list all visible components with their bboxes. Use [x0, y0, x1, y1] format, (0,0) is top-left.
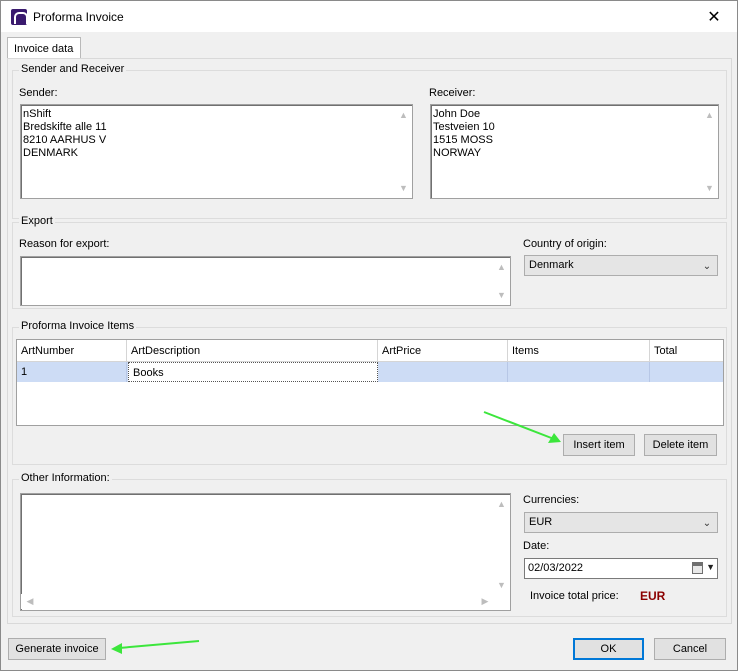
generate-invoice-button[interactable]: Generate invoice [8, 638, 106, 660]
column-header-artprice[interactable]: ArtPrice [378, 340, 508, 362]
cell-artprice[interactable] [378, 362, 508, 382]
scroll-right-icon[interactable]: ▶ [478, 594, 492, 609]
cell-total[interactable] [650, 362, 723, 382]
scroll-down-icon[interactable]: ▼ [494, 288, 509, 302]
currencies-label: Currencies: [523, 494, 580, 506]
close-button[interactable]: ✕ [691, 1, 737, 32]
receiver-label: Receiver: [429, 87, 476, 99]
scroll-down-icon[interactable]: ▼ [702, 181, 717, 195]
column-header-items[interactable]: Items [508, 340, 650, 362]
sender-scrollbar[interactable]: ▲ ▼ [396, 106, 411, 197]
cell-artdescription[interactable]: Books [128, 362, 378, 382]
cell-items[interactable] [508, 362, 650, 382]
tab-invoice-data[interactable]: Invoice data [7, 37, 81, 59]
close-icon: ✕ [707, 8, 721, 26]
date-picker[interactable]: 02/03/2022 ▼ [524, 558, 718, 579]
column-header-artnumber[interactable]: ArtNumber [17, 340, 127, 362]
scroll-up-icon[interactable]: ▲ [396, 108, 411, 122]
country-of-origin-label: Country of origin: [523, 238, 607, 250]
scroll-up-icon[interactable]: ▲ [494, 260, 509, 274]
scroll-up-icon[interactable]: ▲ [702, 108, 717, 122]
invoice-total-price-value: EUR [640, 589, 666, 603]
calendar-icon[interactable] [692, 562, 703, 574]
invoice-total-price-label: Invoice total price: [530, 590, 619, 602]
other-information-group: Other Information: ▲ ▼ ◀ ▶ Currencies: E… [12, 472, 727, 617]
country-of-origin-select[interactable]: Denmark ⌄ [524, 255, 718, 276]
invoice-items-group: Proforma Invoice Items ArtNumber ArtDesc… [12, 320, 727, 465]
table-row[interactable]: 1 Books [17, 362, 723, 382]
scroll-down-icon[interactable]: ▼ [396, 181, 411, 195]
scroll-up-icon[interactable]: ▲ [494, 497, 509, 511]
reason-for-export-textarea[interactable] [20, 256, 511, 306]
export-legend: Export [19, 215, 55, 227]
other-information-legend: Other Information: [19, 472, 112, 484]
other-information-vscrollbar[interactable]: ▲ ▼ [494, 495, 509, 594]
cell-artnumber[interactable]: 1 [17, 362, 127, 382]
grid-header: ArtNumber ArtDescription ArtPrice Items … [17, 340, 723, 362]
tab-panel: Sender and Receiver Sender: nShift Breds… [7, 58, 732, 624]
delete-item-button[interactable]: Delete item [644, 434, 717, 456]
date-label: Date: [523, 540, 550, 552]
cancel-button[interactable]: Cancel [654, 638, 726, 660]
reason-scrollbar[interactable]: ▲ ▼ [494, 258, 509, 304]
ok-button[interactable]: OK [573, 638, 644, 660]
receiver-scrollbar[interactable]: ▲ ▼ [702, 106, 717, 197]
generate-invoice-annotation-arrow [118, 640, 200, 649]
window-title: Proforma Invoice [33, 10, 124, 24]
date-value: 02/03/2022 [528, 562, 584, 574]
sender-receiver-group: Sender and Receiver Sender: nShift Breds… [12, 63, 727, 219]
sender-label: Sender: [19, 87, 58, 99]
column-header-artdescription[interactable]: ArtDescription [127, 340, 378, 362]
reason-for-export-label: Reason for export: [19, 238, 110, 250]
nshift-logo-icon [11, 9, 28, 25]
column-header-total[interactable]: Total [650, 340, 723, 362]
insert-item-button[interactable]: Insert item [563, 434, 635, 456]
invoice-items-legend: Proforma Invoice Items [19, 320, 137, 332]
invoice-items-grid[interactable]: ArtNumber ArtDescription ArtPrice Items … [16, 339, 724, 426]
scroll-left-icon[interactable]: ◀ [23, 594, 37, 609]
sender-textarea[interactable]: nShift Bredskifte alle 11 8210 AARHUS V … [20, 104, 413, 199]
chevron-down-icon[interactable]: ▼ [706, 562, 715, 572]
currency-value: EUR [529, 516, 553, 528]
proforma-invoice-dialog: Proforma Invoice ✕ Invoice data Sender a… [0, 0, 738, 671]
scroll-down-icon[interactable]: ▼ [494, 578, 509, 592]
other-information-hscrollbar[interactable]: ◀ ▶ [21, 594, 494, 609]
title-bar: Proforma Invoice ✕ [1, 1, 737, 32]
sender-receiver-legend: Sender and Receiver [19, 63, 127, 75]
currency-select[interactable]: EUR ⌄ [524, 512, 718, 533]
country-of-origin-value: Denmark [529, 259, 574, 271]
chevron-down-icon[interactable]: ⌄ [700, 258, 714, 274]
chevron-down-icon[interactable]: ⌄ [700, 515, 714, 531]
generate-invoice-annotation-arrowhead [111, 643, 122, 654]
export-group: Export Reason for export: ▲ ▼ Country of… [12, 215, 727, 309]
receiver-textarea[interactable]: John Doe Testveien 10 1515 MOSS NORWAY [430, 104, 719, 199]
